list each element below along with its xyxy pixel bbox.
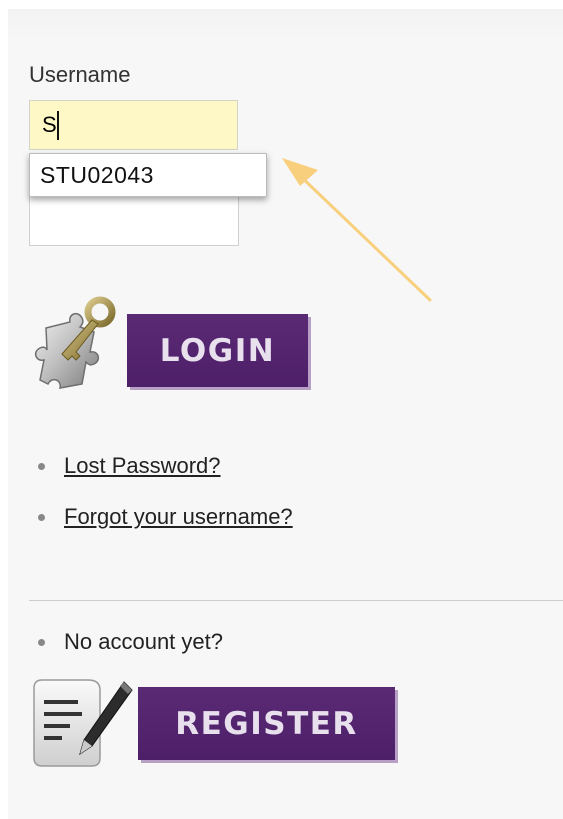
username-input[interactable] (29, 100, 238, 150)
list-item: Lost Password? (38, 453, 221, 479)
autocomplete-suggestion[interactable]: STU02043 (40, 162, 154, 189)
list-item: Forgot your username? (38, 504, 293, 530)
username-label: Username (29, 62, 131, 87)
bullet-icon (38, 462, 45, 470)
lost-password-link[interactable]: Lost Password? (64, 453, 221, 479)
password-input[interactable] (29, 194, 239, 246)
forgot-username-link[interactable]: Forgot your username? (64, 504, 293, 530)
divider (29, 600, 563, 601)
login-page: Username STU02043 LOGIN Lost Password (0, 0, 563, 819)
bullet-icon (38, 638, 45, 646)
no-account-text: No account yet? (64, 629, 223, 654)
bullet-icon (38, 513, 45, 521)
puzzle-key-icon (34, 296, 116, 389)
text-cursor (57, 111, 59, 140)
document-pen-icon (33, 679, 133, 767)
register-button[interactable]: REGISTER (138, 687, 395, 760)
list-item: No account yet? (38, 629, 223, 655)
autocomplete-dropdown[interactable]: STU02043 (29, 153, 267, 197)
login-button[interactable]: LOGIN (127, 314, 308, 387)
